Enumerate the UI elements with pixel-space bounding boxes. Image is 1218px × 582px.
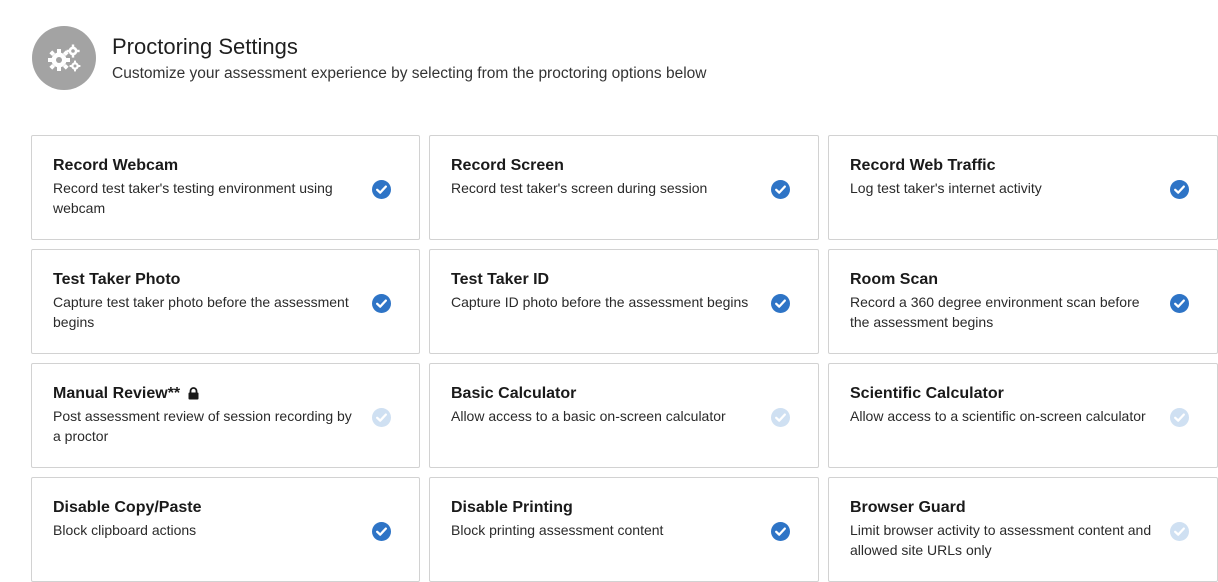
option-title-text: Record Screen (451, 157, 564, 174)
option-card-disable-copy-paste[interactable]: Disable Copy/Paste Block clipboard action… (31, 477, 420, 582)
option-card-scientific-calculator[interactable]: Scientific Calculator Allow access to a s… (828, 363, 1218, 468)
option-title-text: Test Taker Photo (53, 271, 181, 288)
option-title: Scientific Calculator (850, 384, 1157, 403)
option-title-text: Room Scan (850, 271, 939, 288)
checkmark-circle-icon[interactable] (372, 180, 391, 199)
checkmark-circle-disabled-icon[interactable] (771, 408, 790, 427)
option-card-browser-guard[interactable]: Browser Guard Limit browser activity to a… (828, 477, 1218, 582)
option-description: Post assessment review of session record… (53, 408, 352, 444)
option-title-text: Record Web Traffic (850, 157, 996, 174)
option-title: Record Webcam (53, 156, 359, 175)
option-card-basic-calculator[interactable]: Basic Calculator Allow access to a basic … (429, 363, 819, 468)
checkmark-circle-icon[interactable] (1170, 180, 1189, 199)
checkmark-circle-icon[interactable] (372, 294, 391, 313)
option-description: Capture test taker photo before the asse… (53, 294, 349, 330)
option-description: Record test taker's screen during sessio… (451, 180, 708, 196)
page-header: Proctoring Settings Customize your asses… (32, 26, 706, 90)
option-title-text: Basic Calculator (451, 385, 577, 402)
option-description: Record test taker's testing environment … (53, 180, 333, 216)
option-title: Manual Review** (53, 384, 359, 403)
option-title: Test Taker ID (451, 270, 758, 289)
option-card-test-taker-id[interactable]: Test Taker ID Capture ID photo before the… (429, 249, 819, 354)
option-title: Record Web Traffic (850, 156, 1157, 175)
option-title-text: Record Webcam (53, 157, 179, 174)
option-description: Block clipboard actions (53, 522, 197, 538)
gears-icon (32, 26, 96, 90)
option-title-text: Disable Copy/Paste (53, 499, 202, 516)
option-description: Capture ID photo before the assessment b… (451, 294, 749, 310)
option-title-text: Test Taker ID (451, 271, 550, 288)
option-title: Room Scan (850, 270, 1157, 289)
option-description: Allow access to a basic on-screen calcul… (451, 408, 726, 424)
options-grid: Record Webcam Record test taker's testing… (31, 135, 1218, 582)
checkmark-circle-icon[interactable] (771, 522, 790, 541)
option-card-room-scan[interactable]: Room Scan Record a 360 degree environment… (828, 249, 1218, 354)
option-description: Log test taker's internet activity (850, 180, 1042, 196)
option-description: Allow access to a scientific on-screen c… (850, 408, 1146, 424)
checkmark-circle-disabled-icon[interactable] (372, 408, 391, 427)
checkmark-circle-icon[interactable] (771, 180, 790, 199)
option-card-record-webcam[interactable]: Record Webcam Record test taker's testing… (31, 135, 420, 240)
option-title: Disable Copy/Paste (53, 498, 359, 517)
option-card-record-web-traffic[interactable]: Record Web Traffic Log test taker's inter… (828, 135, 1218, 240)
option-card-record-screen[interactable]: Record Screen Record test taker's screen … (429, 135, 819, 240)
lock-icon (188, 387, 199, 400)
option-card-manual-review[interactable]: Manual Review** Post assessment review of… (31, 363, 420, 468)
page-subtitle: Customize your assessment experience by … (112, 65, 707, 82)
option-title: Disable Printing (451, 498, 758, 517)
option-title-text: Scientific Calculator (850, 385, 1004, 402)
page-title: Proctoring Settings (112, 34, 298, 59)
checkmark-circle-disabled-icon[interactable] (1170, 522, 1189, 541)
checkmark-circle-icon[interactable] (771, 294, 790, 313)
option-card-test-taker-photo[interactable]: Test Taker Photo Capture test taker photo… (31, 249, 420, 354)
option-description: Record a 360 degree environment scan bef… (850, 294, 1140, 330)
option-title-text: Disable Printing (451, 499, 573, 516)
option-card-disable-printing[interactable]: Disable Printing Block printing assessmen… (429, 477, 819, 582)
checkmark-circle-icon[interactable] (1170, 294, 1189, 313)
option-title-text: Manual Review** (53, 385, 181, 402)
option-title: Test Taker Photo (53, 270, 359, 289)
option-title: Basic Calculator (451, 384, 758, 403)
option-title: Browser Guard (850, 498, 1157, 517)
checkmark-circle-disabled-icon[interactable] (1170, 408, 1189, 427)
option-title-text: Browser Guard (850, 499, 966, 516)
option-description: Block printing assessment content (451, 522, 664, 538)
option-title: Record Screen (451, 156, 758, 175)
option-description: Limit browser activity to assessment con… (850, 522, 1152, 558)
checkmark-circle-icon[interactable] (372, 522, 391, 541)
